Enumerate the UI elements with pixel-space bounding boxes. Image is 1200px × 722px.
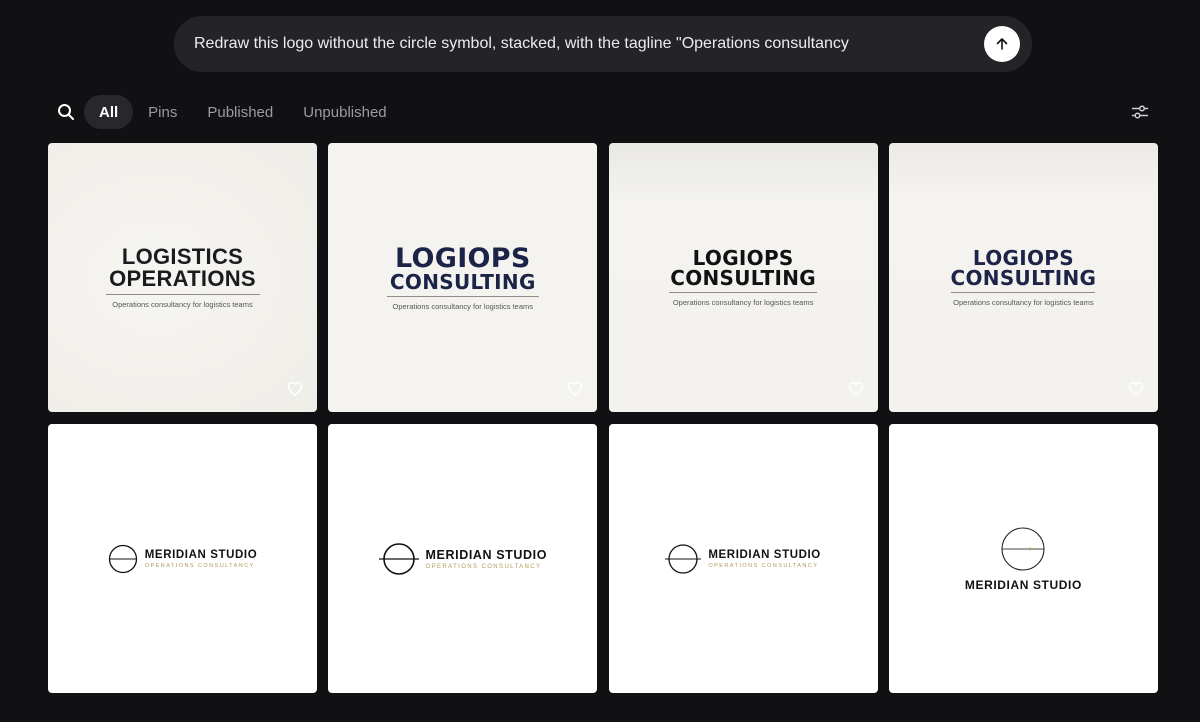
logo-line1: LOGIOPS: [972, 246, 1074, 270]
gallery-card[interactable]: MERIDIAN STUDIO OPERATIONS CONSULTANCY: [328, 424, 598, 693]
logo-divider: [951, 292, 1096, 293]
gallery-card[interactable]: LOGISTICS OPERATIONS Operations consulta…: [48, 143, 317, 412]
logo-preview: LOGIOPS CONSULTING Operations consultanc…: [889, 143, 1158, 412]
gallery-card[interactable]: MERIDIAN STUDIO OPERATIONS CONSULTANCY: [608, 424, 878, 693]
filter-settings-button[interactable]: [1122, 94, 1158, 130]
logo-line1: LOGISTICS: [121, 244, 244, 269]
logo-line1: LOGIOPS: [692, 246, 794, 270]
logo-preview: MERIDIAN STUDIO OPERATIONS CONSULTANCY: [609, 424, 878, 693]
gallery-card[interactable]: LOGIOPS CONSULTING Operations consultanc…: [888, 143, 1158, 412]
logo-name: MERIDIAN STUDIO: [964, 577, 1082, 592]
logo-line2: CONSULTING: [670, 266, 816, 290]
heart-icon[interactable]: [846, 378, 866, 398]
gallery-card[interactable]: MERIDIAN STUDIO: [888, 424, 1158, 693]
search-button[interactable]: [48, 94, 84, 130]
logo-line1: LOGIOPS: [394, 242, 531, 274]
logo-divider: [105, 294, 260, 295]
logo-name: MERIDIAN STUDIO: [708, 548, 821, 561]
gallery-card[interactable]: LOGIOPS CONSULTING Operations consultanc…: [328, 143, 598, 412]
logo-tagline: Operations consultancy for logistics tea…: [953, 298, 1094, 307]
logo-tagline: OPERATIONS CONSULTANCY: [708, 562, 819, 569]
circle-symbol-icon: [665, 543, 702, 574]
logo-tagline: OPERATIONS CONSULTANCY: [425, 563, 542, 570]
logo-name: MERIDIAN STUDIO: [425, 547, 548, 562]
search-icon: [58, 104, 74, 120]
logo-tagline: Operations consultancy for logistics tea…: [392, 301, 534, 311]
circle-symbol-icon: [378, 542, 419, 575]
prompt-bar[interactable]: Redraw this logo without the circle symb…: [174, 16, 1032, 72]
logo-preview: LOGIOPS CONSULTING Operations consultanc…: [328, 143, 597, 412]
logo-divider: [669, 292, 818, 293]
prompt-input[interactable]: Redraw this logo without the circle symb…: [194, 35, 984, 53]
arrow-up-icon: [996, 38, 1008, 50]
logo-tagline: Operations consultancy for logistics tea…: [672, 298, 814, 307]
logo-preview: MERIDIAN STUDIO OPERATIONS CONSULTANCY: [48, 424, 317, 693]
circle-symbol-icon: [108, 544, 137, 573]
sliders-icon: [1131, 105, 1149, 119]
logo-line2: CONSULTING: [950, 266, 1097, 290]
circle-symbol-icon: [1001, 526, 1045, 571]
filter-bar: All Pins Published Unpublished: [48, 94, 1158, 130]
logo-tagline: Operations consultancy for logistics tea…: [112, 300, 253, 309]
logo-preview: LOGIOPS CONSULTING Operations consultanc…: [609, 143, 878, 412]
submit-button[interactable]: [984, 26, 1020, 62]
logo-preview: MERIDIAN STUDIO: [889, 424, 1158, 693]
heart-icon[interactable]: [1126, 378, 1146, 398]
logo-tagline: OPERATIONS CONSULTANCY: [144, 562, 255, 569]
logo-preview: MERIDIAN STUDIO OPERATIONS CONSULTANCY: [328, 424, 597, 693]
tab-all[interactable]: All: [84, 95, 134, 129]
gallery-card[interactable]: MERIDIAN STUDIO OPERATIONS CONSULTANCY: [48, 424, 317, 693]
heart-icon[interactable]: [285, 378, 305, 398]
app-root: Redraw this logo without the circle symb…: [0, 0, 1200, 722]
gallery-card[interactable]: LOGIOPS CONSULTING Operations consultanc…: [608, 143, 878, 412]
image-gallery: LOGISTICS OPERATIONS Operations consulta…: [48, 143, 1158, 693]
logo-name: MERIDIAN STUDIO: [144, 548, 258, 561]
tab-unpublished[interactable]: Unpublished: [288, 95, 401, 129]
tab-pins[interactable]: Pins: [133, 95, 192, 129]
heart-icon[interactable]: [565, 378, 585, 398]
logo-line2: OPERATIONS: [109, 266, 256, 291]
logo-divider: [386, 295, 539, 297]
tab-published[interactable]: Published: [192, 95, 288, 129]
logo-preview: LOGISTICS OPERATIONS Operations consulta…: [48, 143, 317, 412]
logo-line2: CONSULTING: [389, 269, 536, 294]
